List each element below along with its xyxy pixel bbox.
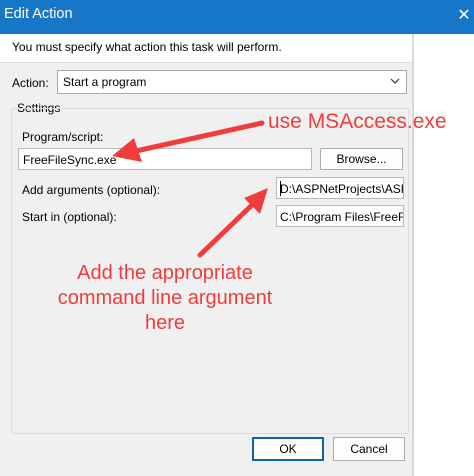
banner-divider xyxy=(0,62,412,63)
action-dropdown-value: Start a program xyxy=(63,75,147,89)
dialog-right-edge xyxy=(412,34,414,476)
action-dropdown[interactable]: Start a program xyxy=(57,70,407,94)
start-in-input[interactable]: C:\Program Files\FreeFileS xyxy=(276,205,404,227)
action-label: Action: xyxy=(12,76,49,90)
arguments-label: Add arguments (optional): xyxy=(22,183,161,197)
browse-button[interactable]: Browse... xyxy=(320,148,403,170)
start-in-label: Start in (optional): xyxy=(22,210,117,224)
program-script-label: Program/script: xyxy=(22,130,104,144)
instruction-text: You must specify what action this task w… xyxy=(12,40,282,54)
arguments-annotation: Add the appropriate command line argumen… xyxy=(57,262,273,334)
chevron-down-icon xyxy=(390,78,400,84)
title-bar: Edit Action ✕ xyxy=(0,0,474,34)
program-script-value: FreeFileSync.exe xyxy=(23,153,117,167)
close-icon[interactable]: ✕ xyxy=(456,4,472,28)
window-title: Edit Action xyxy=(4,6,73,22)
start-in-value: C:\Program Files\FreeFileS xyxy=(280,210,404,224)
text-caret xyxy=(280,181,281,196)
instruction-banner: You must specify what action this task w… xyxy=(0,34,412,62)
program-annotation: use MSAccess.exe xyxy=(268,110,447,133)
ok-button[interactable]: OK xyxy=(252,437,324,461)
arguments-value: D:\ASPNetProjects\ASPFile xyxy=(280,182,403,196)
program-script-input[interactable]: FreeFileSync.exe xyxy=(18,148,312,170)
cancel-button[interactable]: Cancel xyxy=(333,437,405,461)
arguments-input[interactable]: D:\ASPNetProjects\ASPFile xyxy=(276,177,404,199)
